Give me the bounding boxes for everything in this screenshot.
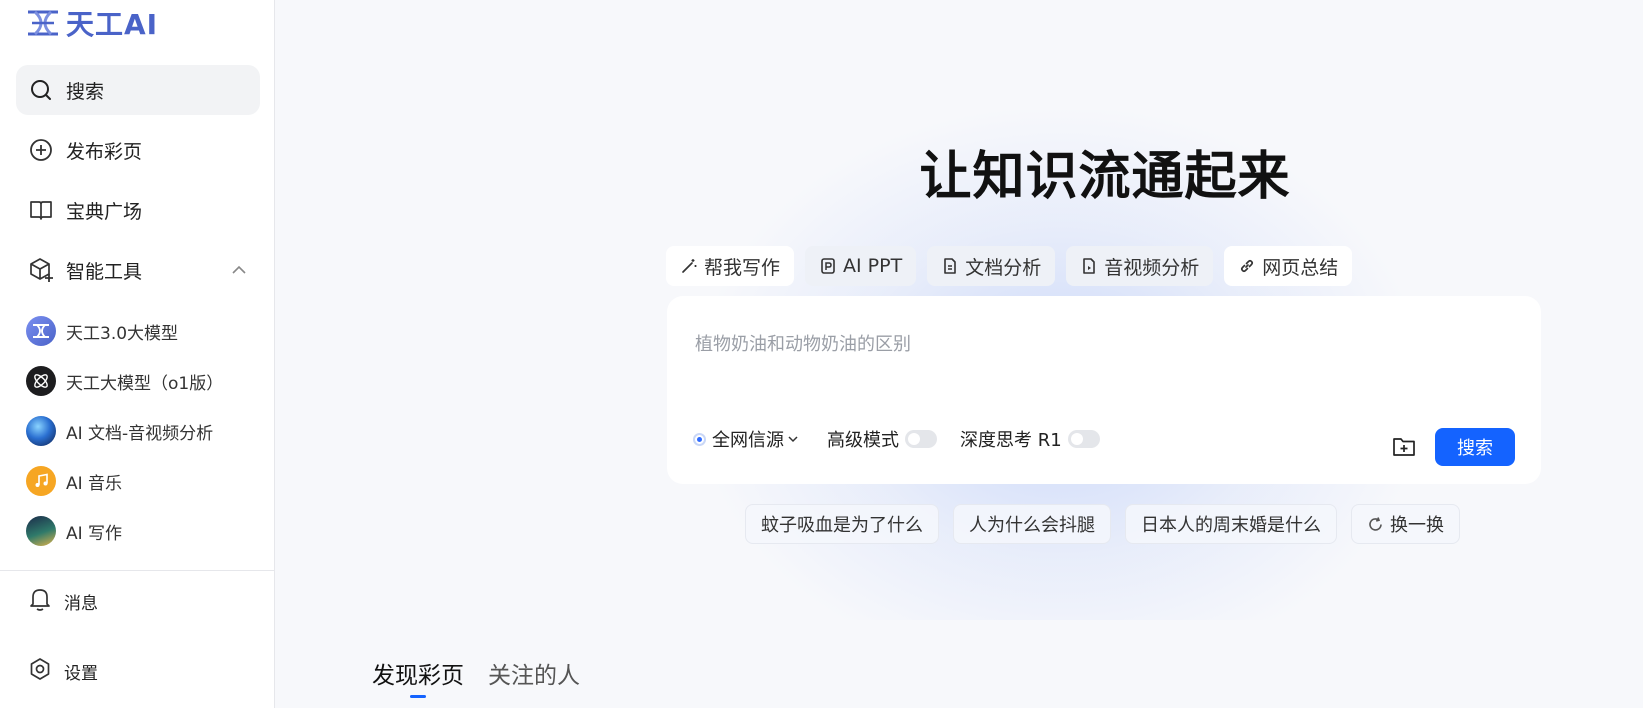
suggestion-item[interactable]: 日本人的周末婚是什么: [1125, 504, 1337, 544]
nav-label: 宝典广场: [66, 200, 143, 223]
tool-tiangong-o1[interactable]: 天工大模型（o1版）: [26, 361, 260, 401]
chip-doc-analysis[interactable]: 文档分析: [927, 246, 1056, 286]
search-box: 全网信源 高级模式 深度思考 R1 搜索: [667, 296, 1541, 484]
document-icon: [944, 258, 956, 274]
source-selector[interactable]: 全网信源: [693, 426, 800, 452]
tool-label: 天工3.0大模型: [66, 323, 179, 344]
tool-ai-writing[interactable]: AI 写作: [26, 511, 260, 551]
refresh-button[interactable]: 换一换: [1351, 504, 1460, 544]
document-analysis-avatar: [26, 416, 56, 446]
search-input[interactable]: [693, 328, 1517, 392]
chip-label: 帮我写作: [704, 256, 781, 279]
advanced-mode-label: 高级模式: [827, 430, 899, 451]
source-label: 全网信源: [712, 430, 784, 451]
advanced-mode-toggle[interactable]: 高级模式: [827, 426, 937, 452]
chip-label: AI PPT: [843, 255, 903, 277]
tiangong-logo-icon: [28, 10, 58, 36]
brand-logo[interactable]: 天工AI: [26, 6, 159, 41]
chevron-down-icon: [788, 436, 798, 443]
nav-library[interactable]: 宝典广场: [16, 185, 260, 235]
refresh-label: 换一换: [1390, 515, 1444, 536]
cube-sparkle-icon: [28, 257, 54, 283]
chip-web-summary[interactable]: 网页总结: [1224, 246, 1353, 286]
deep-think-label: 深度思考 R1: [960, 430, 1062, 451]
advanced-mode-switch[interactable]: [905, 430, 937, 448]
tool-label: AI 文档-音视频分析: [66, 423, 214, 444]
magic-wand-icon: [682, 259, 697, 273]
music-note-icon: [26, 466, 56, 496]
nav-label: 搜索: [66, 80, 105, 103]
chip-media-analysis[interactable]: 音视频分析: [1066, 246, 1214, 286]
nav-messages[interactable]: 消息: [28, 586, 98, 616]
search-icon: [28, 77, 54, 103]
tool-ai-music[interactable]: AI 音乐: [26, 461, 260, 501]
atom-icon: [26, 366, 56, 396]
chip-ai-ppt[interactable]: AI PPT: [805, 246, 917, 286]
nav-search[interactable]: 搜索: [16, 65, 260, 115]
suggestion-list: 蚊子吸血是为了什么 人为什么会抖腿 日本人的周末婚是什么 换一换: [745, 504, 1460, 544]
refresh-icon: [1369, 516, 1382, 531]
gear-icon: [28, 657, 52, 685]
nav-label: 发布彩页: [66, 140, 143, 163]
brand-name: 天工AI: [66, 8, 159, 41]
suggestion-item[interactable]: 人为什么会抖腿: [953, 504, 1111, 544]
bell-icon: [28, 586, 52, 616]
plus-circle-icon: [28, 137, 54, 163]
tool-tiangong-3[interactable]: 天工3.0大模型: [26, 311, 260, 351]
sidebar-divider: [0, 570, 274, 571]
nav-publish-page[interactable]: 发布彩页: [16, 125, 260, 175]
search-button[interactable]: 搜索: [1435, 428, 1515, 466]
sidebar: 天工AI 搜索 发布彩页 宝典广场 智能工具 天工3.0大模型 天工大模型（o1…: [0, 0, 275, 708]
tool-label: AI 音乐: [66, 473, 123, 494]
chip-writing[interactable]: 帮我写作: [666, 246, 795, 286]
tab-following[interactable]: 关注的人: [488, 656, 580, 690]
deep-think-toggle[interactable]: 深度思考 R1: [960, 426, 1100, 452]
content-tabs: 发现彩页 关注的人: [372, 656, 580, 698]
nav-label: 设置: [64, 663, 98, 684]
chip-label: 网页总结: [1262, 256, 1339, 279]
chip-label: 音视频分析: [1104, 256, 1200, 279]
nav-settings[interactable]: 设置: [28, 657, 98, 685]
tab-discover-pages[interactable]: 发现彩页: [372, 656, 464, 698]
book-icon: [28, 197, 54, 223]
tool-doc-media-analysis[interactable]: AI 文档-音视频分析: [26, 411, 260, 451]
tool-label: 天工大模型（o1版）: [66, 373, 224, 394]
tool-label: AI 写作: [66, 523, 123, 544]
writing-avatar: [26, 516, 56, 546]
link-icon: [1241, 259, 1254, 273]
chevron-up-icon[interactable]: [230, 261, 248, 283]
deep-think-switch[interactable]: [1067, 430, 1100, 448]
mode-chips: 帮我写作 AI PPT 文档分析 音视频分析 网页总结: [666, 246, 1353, 286]
suggestion-item[interactable]: 蚊子吸血是为了什么: [745, 504, 939, 544]
tiangong-logo-icon: [26, 316, 56, 346]
chip-label: 文档分析: [965, 256, 1042, 279]
nav-label: 消息: [64, 593, 98, 614]
ppt-icon: [821, 258, 835, 274]
hero-title: 让知识流通起来: [919, 147, 1291, 207]
upload-file-icon[interactable]: [1391, 434, 1417, 460]
media-file-icon: [1083, 258, 1096, 274]
source-indicator: [693, 432, 706, 446]
nav-label: 智能工具: [66, 260, 143, 283]
nav-smart-tools[interactable]: 智能工具: [16, 245, 260, 295]
